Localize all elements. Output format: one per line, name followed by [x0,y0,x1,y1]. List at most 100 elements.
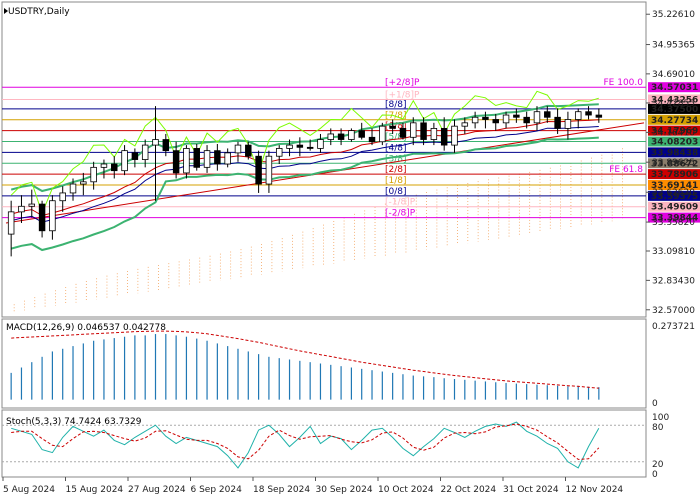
price-axis-label: 34.95365 [652,41,695,51]
murrey-label: [1/8] [385,176,407,186]
candle-body [152,139,159,146]
candle-body [317,139,324,149]
stochastic-label: Stoch(5,3,3) 74.7424 63.7329 [6,417,142,427]
time-axis-label: 5 Aug 2024 [3,485,55,495]
candle-body [461,122,469,127]
price-tag-label: 34.27734 [651,116,698,126]
candle-body [399,127,407,138]
price-axis-label: 34.69010 [652,70,695,80]
candle-body [574,111,582,120]
candle-body [234,144,242,154]
price-tag-label: 33.98438 [651,148,698,158]
candle-body [90,166,97,183]
stoch-tick-20: 20 [652,460,664,470]
symbol-label: USDTRY,Daily [8,7,70,17]
murrey-label: [+2/8]P [385,78,420,88]
candle-body [183,148,190,174]
fibo-label: FE 61.8 [609,165,643,175]
price-axis-label: 33.89625 [652,158,695,168]
macd-tick-zero: 0 [652,399,658,409]
candle-body [59,192,66,202]
price-tag-label: 34.57031 [651,83,698,93]
time-axis-label: 22 Oct 2024 [441,485,497,495]
candle-body [296,144,304,148]
candle-body [49,200,56,232]
candle-body [482,116,489,120]
candle-body [554,116,561,129]
candle-body [348,130,355,140]
fibo-label: FE 100.0 [604,78,644,88]
murrey-label: [0/8] [385,187,407,197]
candle-body [100,163,108,168]
time-axis-label: 30 Sep 2024 [316,485,373,495]
candle-body [265,155,273,185]
stoch-tick-100: 100 [652,413,669,423]
stoch-tick-0: 0 [652,470,658,480]
candle-body [368,136,376,143]
candle-body [111,163,118,172]
candle-body [544,111,551,118]
candle-body [18,205,25,213]
time-axis-label: 18 Sep 2024 [253,485,310,495]
candle-body [451,125,458,146]
candle-body [533,111,541,124]
candle-body [172,150,180,174]
time-axis-label: 6 Sep 2024 [191,485,243,495]
candle-body [564,119,572,129]
time-axis-label: 10 Oct 2024 [378,485,434,495]
candle-body [471,116,479,124]
price-axis-label: 32.57000 [652,306,695,316]
price-axis-label: 33.35820 [652,218,695,228]
candle-body [327,133,335,140]
candle-body [38,203,46,232]
price-axis-label: 35.22610 [652,10,695,20]
price-tag-label: 34.08203 [651,138,698,148]
candle-body [410,122,417,138]
candle-body [224,152,231,165]
candle-body [7,211,15,235]
price-axis-label: 33.09810 [652,247,695,257]
price-tag-label: 33.78906 [651,170,698,180]
price-axis-label: 32.83430 [652,276,695,286]
candle-body [69,183,77,194]
price-axis-label: 33.62620 [652,188,695,198]
candle-body [245,144,252,157]
candle-body [523,116,530,124]
candle-body [121,150,128,172]
murrey-label: [-1/8]P [385,198,416,208]
candle-body [502,114,510,124]
chart-canvas: [+2/8]P[+1/8]P[8/8][7/8][6/8][5/8][4/8][… [0,0,700,500]
time-axis-label: 31 Oct 2024 [503,485,559,495]
murrey-label: [-2/8]P [385,209,416,219]
price-axis-label: 34.42855 [652,99,695,109]
candle-body [389,125,396,129]
candle-body [275,148,283,157]
candle-body [193,148,200,168]
candle-body [141,144,149,160]
candle-body [214,150,221,165]
murrey-label: [8/8] [385,100,407,110]
candle-body [28,203,36,207]
candle-body [420,122,427,140]
candle-body [492,119,499,124]
time-axis-label: 27 Aug 2024 [128,485,186,495]
candle-body [585,111,592,116]
price-axis-label: 34.16410 [652,128,695,138]
candle-body [162,139,170,152]
candle-body [440,127,448,146]
macd-tick-max: 0.273721 [652,322,695,332]
candle-body [430,127,438,140]
macd-label: MACD(12,26,9) 0.046537 0.042778 [6,323,166,333]
stoch-tick-80: 80 [652,423,664,433]
candle-body [131,152,139,160]
murrey-label: [2/8] [385,165,407,175]
candle-body [255,155,262,185]
candle-body [358,130,365,138]
candle-body [595,114,603,118]
price-tag-label: 33.49609 [651,203,698,213]
candle-body [80,181,87,185]
time-axis-label: 12 Nov 2024 [566,485,624,495]
candle-body [513,114,520,118]
candle-body [306,146,314,149]
candle-body [286,144,293,149]
